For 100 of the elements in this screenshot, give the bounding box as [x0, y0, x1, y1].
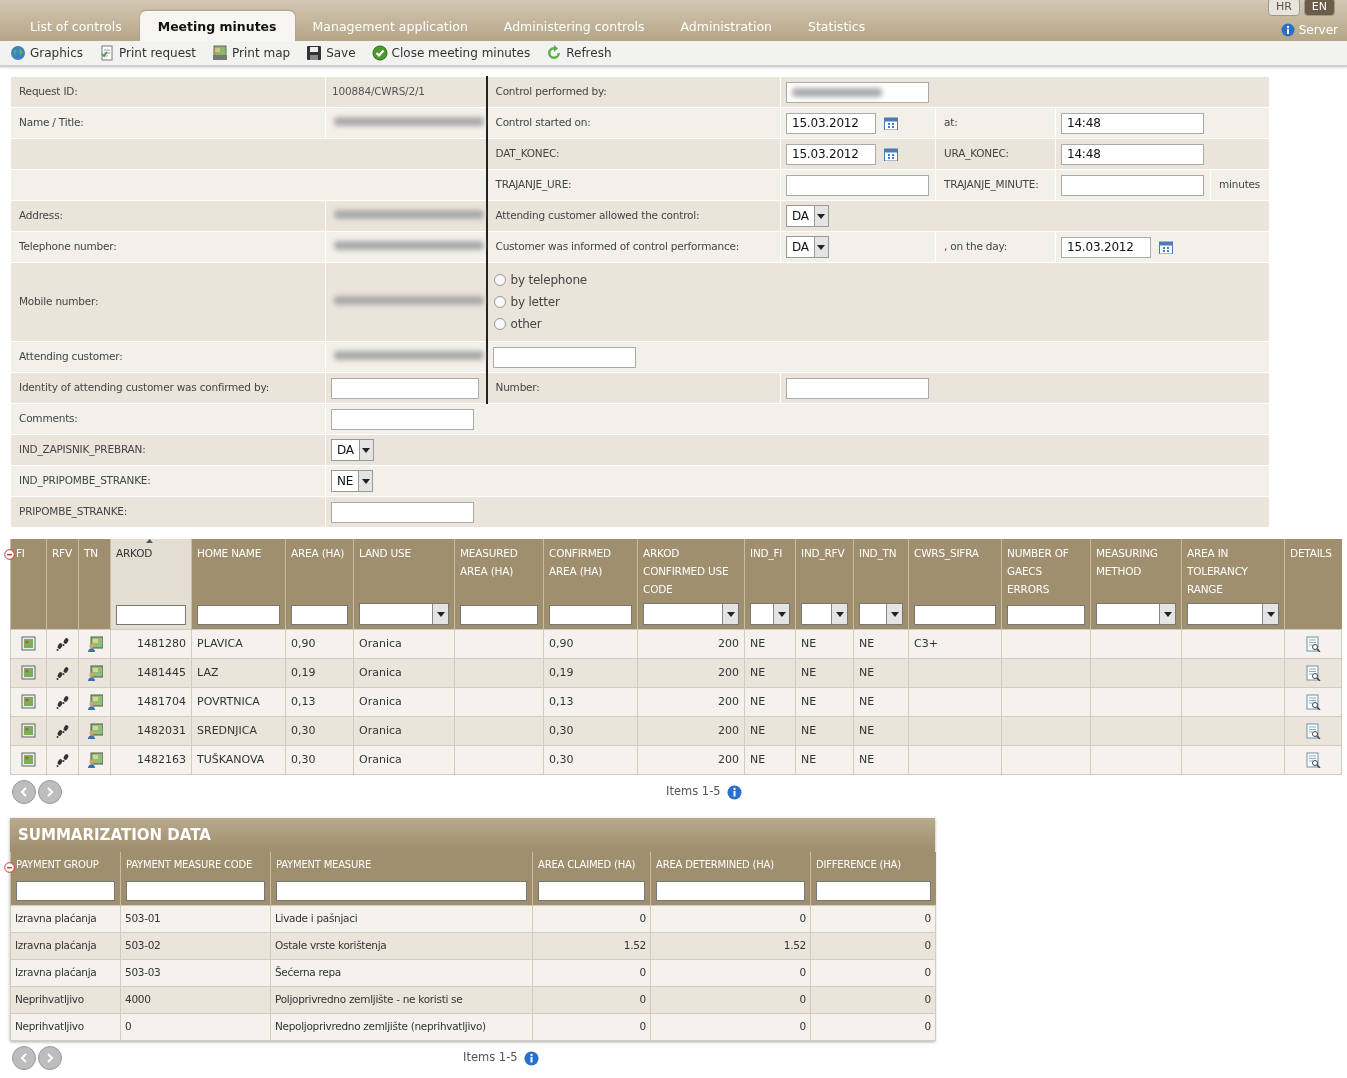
info-icon[interactable]: [726, 784, 742, 800]
select-field[interactable]: NE: [331, 470, 374, 492]
footprints-icon[interactable]: [54, 693, 71, 710]
nav-tab[interactable]: Statistics: [790, 11, 884, 41]
column-header[interactable]: IND_FI: [750, 544, 790, 562]
filter-field[interactable]: [276, 881, 527, 901]
input-field[interactable]: 14:48: [1061, 112, 1204, 134]
radio-option[interactable]: by telephone: [493, 269, 587, 291]
column-header[interactable]: LAND USE: [359, 544, 449, 562]
collapse-icon[interactable]: [4, 862, 15, 873]
filter-field[interactable]: [656, 881, 805, 901]
filter-field[interactable]: [816, 881, 931, 901]
filter-field[interactable]: [197, 605, 280, 625]
footprints-icon[interactable]: [54, 722, 71, 739]
filter-dropdown[interactable]: [1187, 603, 1279, 625]
filter-dropdown[interactable]: [359, 603, 449, 625]
language-button[interactable]: HR: [1267, 0, 1300, 16]
next-page-button[interactable]: [38, 780, 62, 804]
calendar-icon[interactable]: [884, 147, 898, 161]
picture-icon[interactable]: [20, 751, 37, 768]
picture-icon[interactable]: [20, 635, 37, 652]
nav-tab[interactable]: Administering controls: [485, 11, 663, 41]
select-field[interactable]: DA: [331, 439, 374, 461]
column-header[interactable]: ARKOD: [116, 544, 186, 562]
picture-icon[interactable]: [20, 722, 37, 739]
input-field[interactable]: [786, 174, 929, 196]
filter-field[interactable]: [126, 881, 265, 901]
nav-tab[interactable]: Meeting minutes: [139, 11, 295, 42]
picture-icon[interactable]: [20, 664, 37, 681]
filter-field[interactable]: [291, 605, 348, 625]
person-map-icon[interactable]: [86, 693, 103, 710]
footprints-icon[interactable]: [54, 635, 71, 652]
filter-dropdown[interactable]: [750, 603, 790, 625]
person-map-icon[interactable]: [86, 635, 103, 652]
radio-option[interactable]: other: [493, 313, 542, 335]
filter-field[interactable]: [914, 605, 996, 625]
date-field[interactable]: 15.03.2012: [1061, 236, 1151, 258]
person-map-icon[interactable]: [86, 664, 103, 681]
previous-page-button[interactable]: [12, 780, 36, 804]
column-header[interactable]: AREA (HA): [291, 544, 348, 562]
input-field[interactable]: [331, 501, 474, 523]
input-field[interactable]: [1061, 174, 1204, 196]
server-link[interactable]: Server: [1298, 21, 1338, 39]
column-header[interactable]: TN: [84, 544, 105, 562]
collapse-icon[interactable]: [4, 549, 15, 560]
column-header[interactable]: CWRS_SIFRA: [914, 544, 996, 562]
input-field[interactable]: [492, 346, 636, 368]
toolbar-button[interactable]: Refresh: [546, 44, 620, 62]
table-cell: 0,13: [285, 687, 354, 717]
filter-field[interactable]: [116, 605, 186, 625]
picture-icon[interactable]: [20, 693, 37, 710]
radio-option[interactable]: by letter: [493, 291, 560, 313]
column-header[interactable]: IND_RFV: [801, 544, 848, 562]
nav-tab[interactable]: List of controls: [12, 11, 140, 41]
next-page-button[interactable]: [38, 1046, 62, 1070]
filter-field[interactable]: [16, 881, 115, 901]
language-button[interactable]: EN: [1303, 0, 1335, 16]
person-map-icon[interactable]: [86, 751, 103, 768]
filter-dropdown[interactable]: [859, 603, 903, 625]
input-field[interactable]: [331, 408, 474, 430]
info-icon[interactable]: [523, 1050, 539, 1066]
input-field[interactable]: 14:48: [1061, 143, 1204, 165]
calendar-icon[interactable]: [1159, 240, 1173, 254]
nav-tab[interactable]: Administration: [662, 11, 790, 41]
toolbar-button[interactable]: Graphics: [10, 44, 91, 62]
select-field[interactable]: DA: [786, 236, 829, 258]
date-field[interactable]: 15.03.2012: [786, 112, 876, 134]
input-field[interactable]: [786, 377, 929, 399]
footprints-icon[interactable]: [54, 751, 71, 768]
toolbar-button[interactable]: Save: [306, 44, 364, 62]
select-field[interactable]: DA: [786, 205, 829, 227]
column-header[interactable]: IND_TN: [859, 544, 903, 562]
document-search-icon[interactable]: [1305, 693, 1321, 710]
toolbar-button[interactable]: Close meeting minutes: [371, 44, 539, 62]
filter-field[interactable]: [538, 881, 645, 901]
column-header[interactable]: RFV: [52, 544, 73, 562]
document-search-icon[interactable]: [1305, 722, 1321, 739]
filter-field[interactable]: [460, 605, 538, 625]
column-header[interactable]: DETAILS: [1290, 544, 1337, 562]
filter-field[interactable]: [549, 605, 632, 625]
filter-dropdown[interactable]: [643, 603, 739, 625]
calendar-icon[interactable]: [884, 116, 898, 130]
table-cell: Ostale vrste korištenja: [270, 932, 533, 960]
toolbar-button[interactable]: Print request: [99, 44, 205, 62]
filter-dropdown[interactable]: [1096, 603, 1176, 625]
document-search-icon[interactable]: [1305, 664, 1321, 681]
column-header[interactable]: FI: [16, 544, 41, 562]
nav-tab[interactable]: Management application: [294, 11, 486, 41]
footprints-icon[interactable]: [54, 664, 71, 681]
toolbar-button[interactable]: Print map: [212, 44, 299, 62]
document-search-icon[interactable]: [1305, 635, 1321, 652]
previous-page-button[interactable]: [12, 1046, 36, 1070]
date-field[interactable]: 15.03.2012: [786, 143, 876, 165]
filter-field[interactable]: [1007, 605, 1085, 625]
input-field[interactable]: [786, 81, 929, 103]
document-search-icon[interactable]: [1305, 751, 1321, 768]
input-field[interactable]: [331, 377, 479, 399]
filter-dropdown[interactable]: [801, 603, 848, 625]
person-map-icon[interactable]: [86, 722, 103, 739]
column-header[interactable]: HOME NAME: [197, 544, 280, 562]
